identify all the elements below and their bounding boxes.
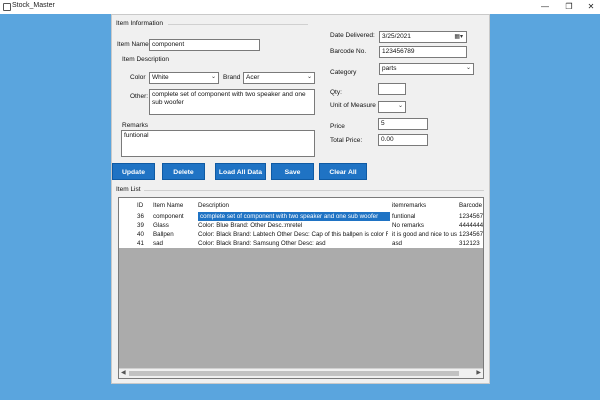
barcode-label: Barcode No. — [330, 48, 367, 55]
other-textarea[interactable]: complete set of component with two speak… — [149, 89, 315, 115]
cell-itemremarks: No remarks — [392, 222, 424, 229]
horizontal-scrollbar[interactable]: ◀ ▶ — [119, 368, 483, 378]
minimize-button[interactable]: — — [536, 1, 554, 12]
brand-select-value: Acer — [246, 74, 260, 81]
remarks-label: Remarks — [122, 122, 149, 129]
item-name-label: Item Name: — [117, 41, 151, 48]
item-list-grid[interactable]: ID Item Name Description itemremarks Bar… — [118, 197, 484, 379]
calendar-icon[interactable]: ▦▾ — [454, 33, 463, 40]
color-select[interactable]: White ⌄ — [149, 72, 219, 84]
cell-description-selected: complete set of component with two speak… — [198, 212, 390, 221]
header-itemremarks[interactable]: itemremarks — [392, 201, 426, 210]
remarks-textarea[interactable]: funtional — [121, 130, 315, 157]
category-select-value: parts — [382, 65, 397, 72]
cell-barcode: 123456789 — [459, 213, 484, 220]
cell-id: 41 — [137, 240, 144, 247]
header-description[interactable]: Description — [198, 201, 229, 210]
chevron-down-icon: ⌄ — [397, 103, 403, 109]
cell-id: 39 — [137, 222, 144, 229]
header-barcode[interactable]: Barcode — [459, 201, 482, 210]
cell-itemremarks: funtional — [392, 213, 416, 220]
app-icon — [3, 3, 11, 11]
qty-label: Qty: — [330, 89, 342, 96]
item-description-label: Item Description — [122, 56, 169, 63]
close-button[interactable]: ✕ — [582, 1, 600, 12]
cell-id: 40 — [137, 231, 144, 238]
table-row[interactable]: 41 sad Color: Black Brand: Samsung Other… — [119, 239, 483, 248]
chevron-down-icon: ⌄ — [210, 74, 216, 80]
cell-description: Color: Black Brand: Labtech Other Desc: … — [198, 231, 388, 238]
stock-form: Item Information Item Name: component It… — [111, 14, 490, 384]
cell-barcode: 4444444 — [459, 222, 484, 229]
cell-description: Color: Blue Brand: Other Desc.:mretel — [198, 222, 303, 229]
item-list-group-title: Item List — [116, 186, 141, 193]
item-info-group-title: Item Information — [116, 20, 163, 27]
table-row[interactable]: 40 Ballpen Color: Black Brand: Labtech O… — [119, 230, 484, 239]
brand-select[interactable]: Acer ⌄ — [243, 72, 315, 84]
table-row[interactable]: 39 Glass Color: Blue Brand: Other Desc.:… — [119, 221, 484, 230]
cell-itemremarks: it is good and nice to use — [392, 231, 457, 238]
header-item-name[interactable]: Item Name — [153, 201, 183, 210]
chevron-down-icon: ⌄ — [465, 65, 471, 71]
category-select[interactable]: parts ⌄ — [379, 63, 474, 75]
date-delivered-label: Date Delivered: — [330, 32, 375, 39]
other-label: Other: — [130, 93, 149, 100]
delete-button[interactable]: Delete — [162, 163, 205, 180]
cell-id: 36 — [137, 213, 144, 220]
item-name-input[interactable]: component — [149, 39, 260, 51]
clear-all-button[interactable]: Clear All — [319, 163, 367, 180]
cell-itemremarks: asd — [392, 240, 402, 247]
total-price-label: Total Price: — [330, 137, 363, 144]
date-delivered-picker[interactable]: 3/25/2021 ▦▾ — [379, 31, 467, 43]
item-list-divider — [144, 190, 484, 191]
maximize-button[interactable]: ❐ — [560, 1, 578, 12]
item-info-divider — [168, 24, 308, 25]
cell-description: Color: Black Brand: Samsung Other Desc: … — [198, 240, 326, 247]
date-delivered-value: 3/25/2021 — [382, 33, 411, 40]
barcode-input[interactable]: 123456789 — [379, 46, 467, 58]
scrollbar-thumb[interactable] — [129, 371, 459, 376]
cell-item-name: sad — [153, 240, 163, 247]
total-price-input[interactable]: 0.00 — [378, 134, 428, 146]
color-label: Color — [130, 74, 146, 81]
category-label: Category — [330, 69, 357, 76]
cell-barcode: 312123 — [459, 240, 480, 247]
table-row[interactable]: 36 component complete set of component w… — [119, 212, 484, 221]
scroll-right-icon[interactable]: ▶ — [476, 369, 481, 378]
cell-item-name: component — [153, 213, 184, 220]
cell-barcode: 123456789 — [459, 231, 484, 238]
price-label: Price — [330, 123, 345, 130]
update-button[interactable]: Update — [112, 163, 155, 180]
price-input[interactable]: 5 — [378, 118, 428, 130]
cell-item-name: Ballpen — [153, 231, 174, 238]
color-select-value: White — [152, 74, 169, 81]
load-all-data-button[interactable]: Load All Data — [215, 163, 266, 180]
title-bar: Stock_Master — ❐ ✕ — [0, 0, 600, 14]
scroll-left-icon[interactable]: ◀ — [121, 369, 126, 378]
header-id[interactable]: ID — [137, 201, 143, 210]
cell-item-name: Glass — [153, 222, 169, 229]
grid-header: ID Item Name Description itemremarks Bar… — [119, 198, 483, 213]
qty-input[interactable] — [378, 83, 406, 95]
window-title: Stock_Master — [12, 2, 55, 9]
unit-of-measure-label: Unit of Measure — [330, 102, 376, 109]
save-button[interactable]: Save — [271, 163, 314, 180]
unit-of-measure-select[interactable]: ⌄ — [378, 101, 406, 113]
chevron-down-icon: ⌄ — [306, 74, 312, 80]
brand-label: Brand — [223, 74, 241, 81]
